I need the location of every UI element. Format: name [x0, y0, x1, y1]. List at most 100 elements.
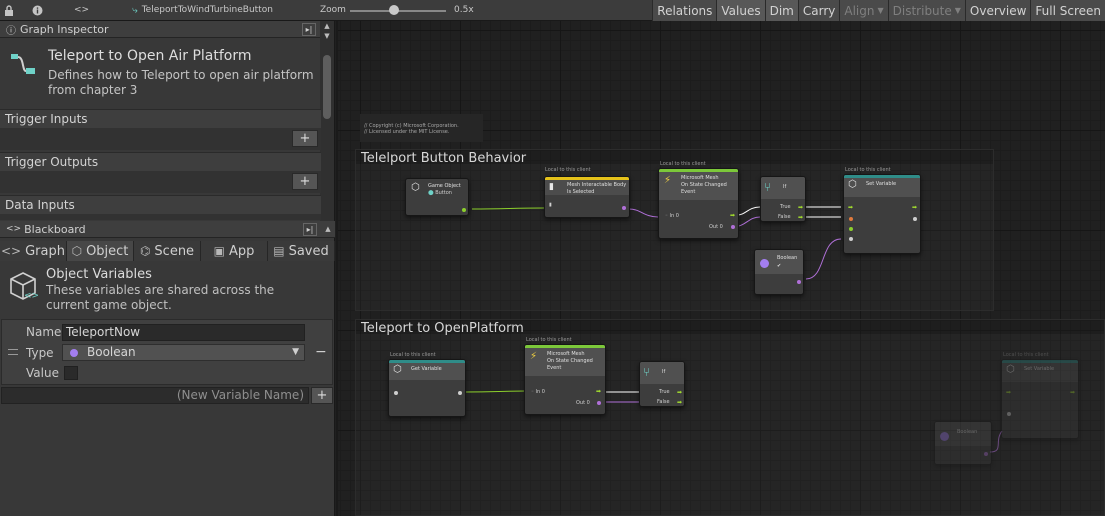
node-title: Microsoft Mesh On State Changed Event: [547, 351, 593, 371]
flow-out-arrow[interactable]: ➡: [730, 213, 735, 219]
tab-saved[interactable]: ▤ Saved: [268, 241, 335, 261]
breadcrumb-label: TeleportToWindTurbineButton: [141, 5, 273, 15]
if-node[interactable]: ⑂ If True False ➡ ➡: [639, 361, 685, 407]
input-port[interactable]: [849, 237, 853, 241]
dim-button[interactable]: Dim: [764, 0, 798, 21]
flow-out-arrow[interactable]: ➡: [596, 389, 601, 395]
info-icon: ⓘ: [6, 25, 16, 37]
dock-icon[interactable]: ▸|: [303, 223, 317, 236]
variable-type-select[interactable]: Boolean ▼: [62, 344, 305, 361]
graph-canvas[interactable]: // Copyright (c) Microsoft Corporation. …: [336, 21, 1105, 516]
true-out-arrow[interactable]: ➡: [798, 205, 803, 211]
tab-graph-label: Graph: [25, 243, 65, 259]
flow-out-arrow[interactable]: ➡: [912, 205, 917, 211]
tab-graph[interactable]: <> Graph: [0, 241, 67, 261]
dock-icon[interactable]: ▸|: [302, 23, 316, 36]
game-object-node[interactable]: ⬡ Game Object ⬤ Button: [405, 178, 469, 216]
node-subtitle: ⬤ Button: [428, 190, 452, 197]
false-out-arrow[interactable]: ➡: [798, 215, 803, 221]
blackboard-header[interactable]: <> Blackboard ▸| ▲: [0, 221, 335, 238]
output-port[interactable]: [731, 225, 735, 229]
distribute-dropdown[interactable]: Distribute ▼: [887, 0, 965, 21]
relations-button[interactable]: Relations: [652, 0, 717, 21]
output-port[interactable]: [622, 206, 626, 210]
get-variable-node[interactable]: ⬡ Get Variable: [388, 359, 466, 417]
set-variable-node[interactable]: ⬡ Set Variable ➡ ➡: [843, 174, 921, 254]
variable-value-checkbox[interactable]: [64, 366, 78, 380]
scroll-up-icon[interactable]: ▲: [321, 224, 335, 234]
false-out-arrow[interactable]: ➡: [677, 400, 682, 406]
info-icon[interactable]: [28, 0, 46, 21]
if-node[interactable]: ⑂ If True False ➡ ➡: [760, 176, 806, 222]
data-inputs-list: [0, 214, 321, 220]
scroll-thumb[interactable]: [323, 55, 331, 119]
full-screen-button[interactable]: Full Screen: [1030, 0, 1105, 21]
breadcrumb[interactable]: ⤷ TeleportToWindTurbineButton: [132, 5, 273, 16]
drag-handle-icon[interactable]: [8, 349, 18, 355]
boolean-node[interactable]: Boolean ✔: [754, 249, 804, 295]
input-port[interactable]: [394, 391, 398, 395]
add-trigger-output-button[interactable]: +: [292, 173, 318, 190]
document-icon: ▮: [549, 202, 552, 208]
output-port[interactable]: [462, 208, 466, 212]
code-icon: <>: [1, 244, 22, 258]
set-variable-node[interactable]: ⬡ Set Variable ➡ ➡: [1001, 359, 1079, 439]
output-port[interactable]: [597, 401, 601, 405]
on-state-changed-node[interactable]: ⚡ Microsoft Mesh On State Changed Event …: [524, 344, 606, 415]
remove-variable-button[interactable]: −: [315, 344, 327, 360]
data-inputs-header[interactable]: Data Inputs: [0, 195, 321, 215]
true-label: True: [780, 204, 791, 210]
panel-splitter[interactable]: [336, 21, 338, 516]
boolean-type-icon: [760, 259, 769, 268]
input-port[interactable]: [1007, 412, 1011, 416]
zoom-slider-handle[interactable]: [389, 5, 399, 15]
tab-app[interactable]: ▣ App: [201, 241, 268, 261]
code-icon[interactable]: <>: [74, 5, 89, 15]
true-out-arrow[interactable]: ➡: [677, 390, 682, 396]
scroll-down-icon[interactable]: ▼: [320, 31, 334, 41]
output-port[interactable]: [458, 391, 462, 395]
cube-icon: ⬡: [393, 364, 402, 375]
flow-in-arrow[interactable]: ➡: [848, 205, 853, 211]
name-label: Name: [26, 325, 62, 339]
boolean-value[interactable]: ✔: [777, 263, 781, 270]
output-port[interactable]: [913, 217, 917, 221]
flow-out-arrow[interactable]: ➡: [1070, 390, 1075, 396]
input-port[interactable]: [849, 227, 853, 231]
tab-scene[interactable]: ⌬ Scene: [134, 241, 201, 261]
svg-text:<>: <>: [24, 291, 38, 301]
graph-inspector-title: Graph Inspector: [20, 22, 109, 36]
add-variable-button[interactable]: +: [311, 387, 333, 404]
input-port[interactable]: [849, 217, 853, 221]
node-title: If: [662, 369, 666, 375]
trigger-inputs-header[interactable]: Trigger Inputs: [0, 109, 321, 129]
trigger-outputs-header[interactable]: Trigger Outputs: [0, 152, 321, 172]
new-variable-name-input[interactable]: (New Variable Name): [1, 387, 309, 404]
graph-inspector-header[interactable]: ⓘ Graph Inspector ▸|: [0, 21, 334, 38]
output-port[interactable]: [797, 280, 801, 284]
scroll-up-icon[interactable]: ▲: [320, 21, 334, 31]
tab-object[interactable]: ⬡ Object: [67, 241, 134, 261]
input-port[interactable]: ◦: [531, 389, 534, 395]
boolean-node[interactable]: Boolean: [934, 421, 992, 465]
input-port[interactable]: ◦: [665, 213, 668, 219]
lock-icon[interactable]: [0, 0, 18, 21]
node-tag: Local to this client: [845, 167, 891, 173]
add-trigger-input-button[interactable]: +: [292, 130, 318, 147]
carry-button[interactable]: Carry: [797, 0, 840, 21]
type-label: Type: [26, 346, 54, 360]
align-dropdown[interactable]: Align ▼: [839, 0, 888, 21]
node-title: Set Variable: [1024, 366, 1055, 372]
output-port[interactable]: [984, 452, 988, 456]
values-button[interactable]: Values: [716, 0, 765, 21]
variable-type-value: Boolean: [87, 345, 136, 359]
flow-in-arrow[interactable]: ➡: [1006, 390, 1011, 396]
overview-button[interactable]: Overview: [964, 0, 1031, 21]
variable-name-input[interactable]: TeleportNow: [62, 324, 305, 341]
node-title: Boolean: [777, 255, 798, 261]
interactable-is-selected-node[interactable]: ▮ Mesh Interactable Body Is Selected ▮: [544, 176, 630, 218]
on-state-changed-node[interactable]: ⚡ Microsoft Mesh On State Changed Event …: [658, 168, 739, 239]
in-port-label: ◦ In 0: [531, 389, 545, 395]
node-title: Get Variable: [411, 366, 442, 372]
inspector-scrollbar[interactable]: ▲ ▼: [320, 21, 334, 221]
